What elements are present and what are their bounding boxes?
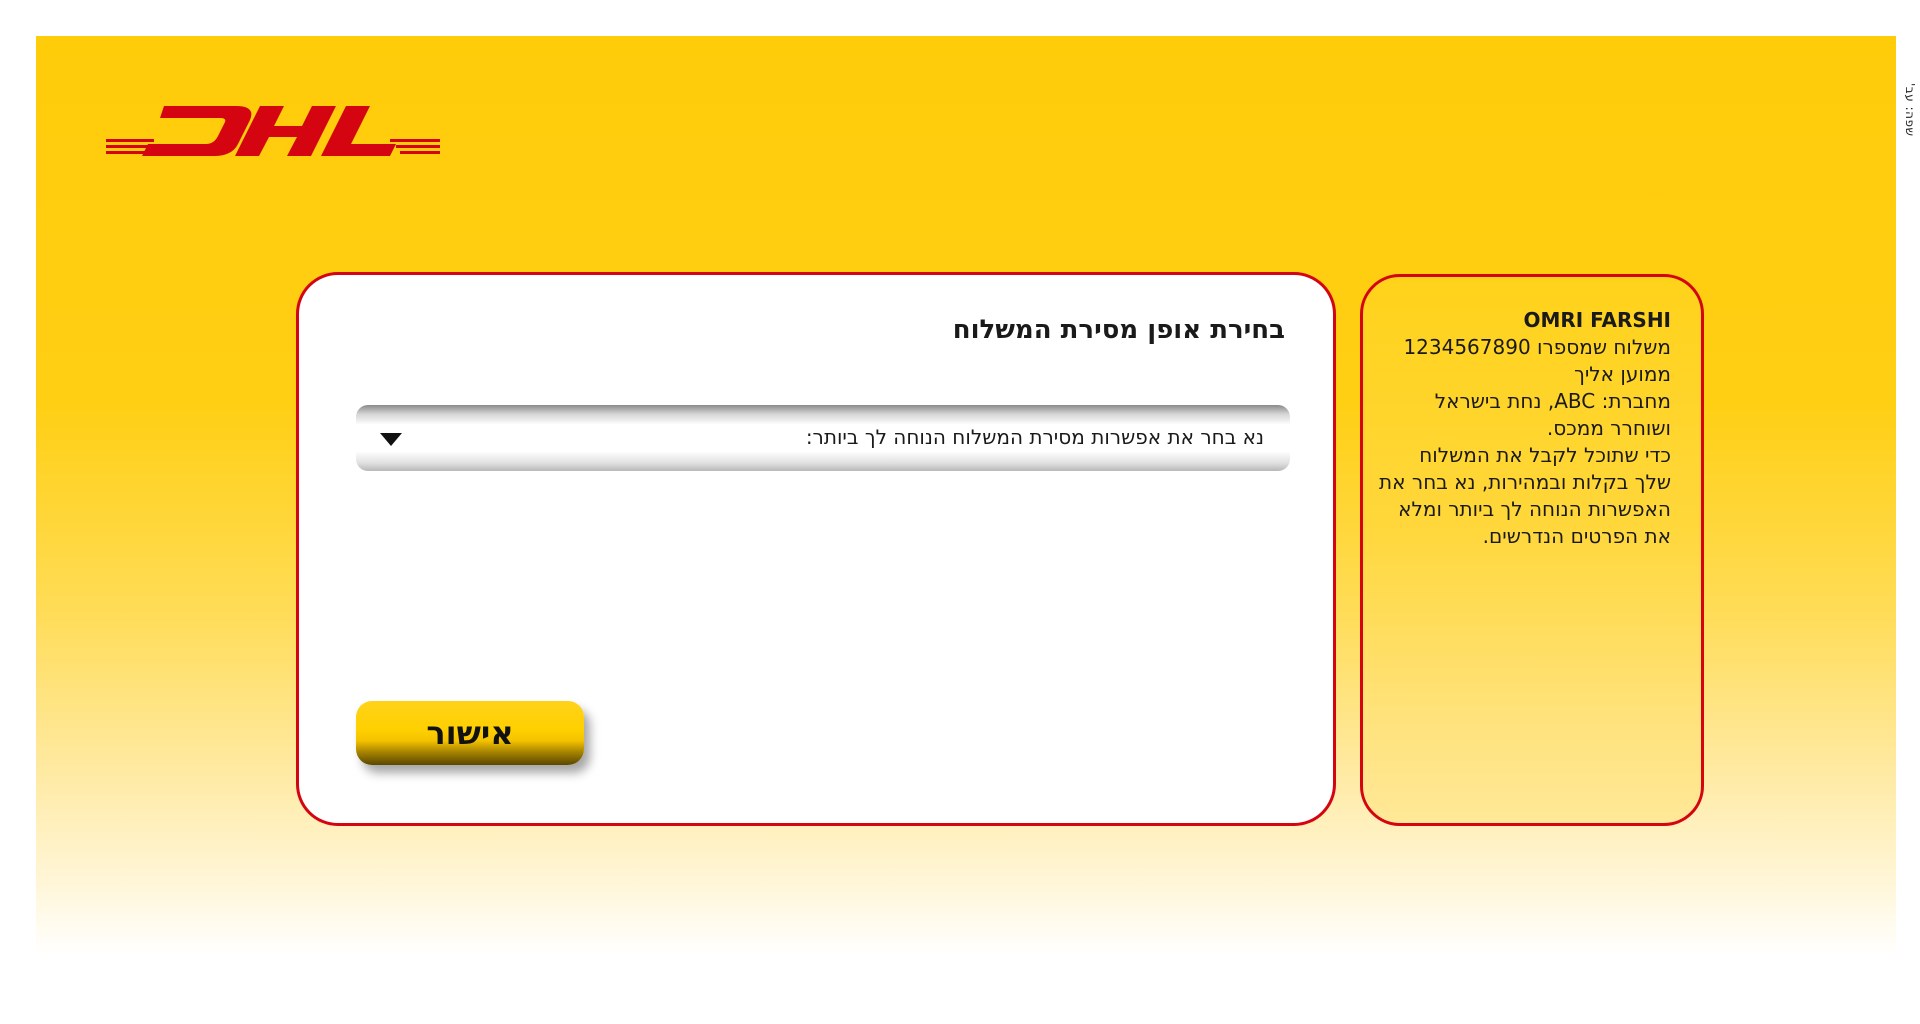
delivery-method-select[interactable]: נא בחר את אפשרות מסירת המשלוח הנוחה לך ב… xyxy=(356,405,1290,471)
shipment-info-text: OMRI FARSHI משלוח שמספרו 1234567890 ממוע… xyxy=(1371,307,1671,550)
info-line: את הפרטים הנדרשים. xyxy=(1482,524,1671,548)
select-current-value: נא בחר את אפשרות מסירת המשלוח הנוחה לך ב… xyxy=(805,425,1264,449)
delivery-method-card: בחירת אופן מסירת המשלוח נא בחר את אפשרות… xyxy=(296,272,1336,826)
info-line: כדי שתוכל לקבל את המשלוח xyxy=(1419,443,1671,467)
triangle-down-icon xyxy=(380,433,402,446)
info-line: שלך בקלות ובמהירות, נא בחר את xyxy=(1379,470,1671,494)
shipment-info-card: OMRI FARSHI משלוח שמספרו 1234567890 ממוע… xyxy=(1360,274,1704,826)
recipient-name: OMRI FARSHI xyxy=(1523,308,1671,332)
info-line: ושוחרר ממכס. xyxy=(1546,416,1671,440)
info-line: מחברת: ABC, נחת בישראל xyxy=(1434,389,1671,413)
info-line: ממוען אליך xyxy=(1574,362,1671,386)
info-line: האפשרות הנוחה לך ביותר ומלא xyxy=(1398,497,1671,521)
dhl-logo xyxy=(106,106,440,156)
page-title: בחירת אופן מסירת המשלוח xyxy=(952,315,1285,345)
confirm-button[interactable]: אישור xyxy=(356,701,584,765)
language-tab[interactable]: שפה: עב' xyxy=(1895,56,1917,136)
info-line: משלוח שמספרו 1234567890 xyxy=(1403,335,1671,359)
confirm-button-label: אישור xyxy=(426,714,514,752)
page-background: בחירת אופן מסירת המשלוח נא בחר את אפשרות… xyxy=(36,36,1896,956)
